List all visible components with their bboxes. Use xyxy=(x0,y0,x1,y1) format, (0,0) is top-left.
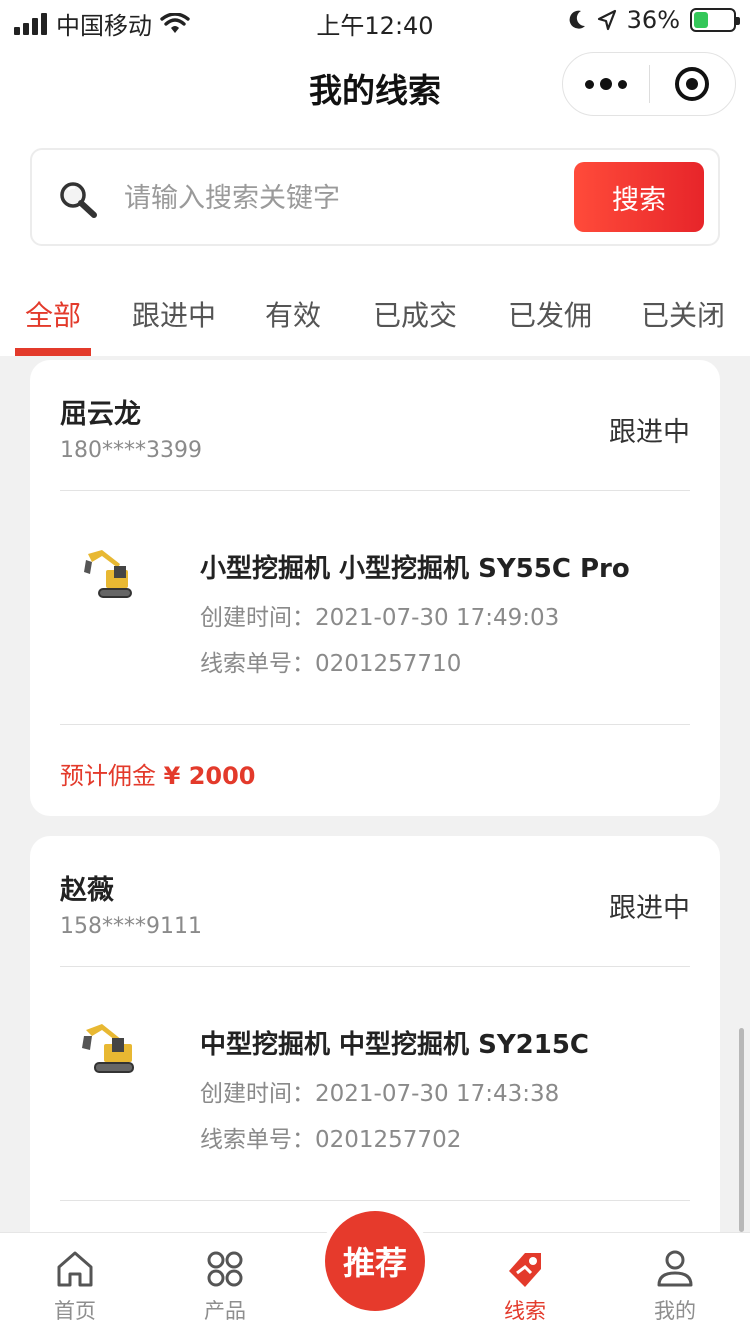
tab-closed[interactable]: 已关闭 xyxy=(641,294,725,334)
product-grid-icon xyxy=(207,1251,243,1287)
tab-closed-deal[interactable]: 已成交 xyxy=(373,294,457,334)
scrollbar[interactable] xyxy=(739,1028,744,1232)
tabbar-product[interactable]: 产品 xyxy=(165,1233,285,1334)
status-tabs: 全部 跟进中 有效 已成交 已发佣 已关闭 xyxy=(0,256,750,356)
more-dot-icon xyxy=(584,79,594,89)
recommend-button[interactable]: 推荐 xyxy=(325,1211,425,1311)
battery-percent: 36% xyxy=(626,6,680,34)
divider xyxy=(60,724,690,725)
status-bar: 中国移动 上午12:40 36% xyxy=(0,0,750,44)
commission-amount: ¥ 2000 xyxy=(163,762,256,790)
target-icon xyxy=(675,67,710,101)
tab-all[interactable]: 全部 xyxy=(25,294,81,334)
commission-label: 预计佣金 xyxy=(60,762,156,790)
created-label: 创建时间： xyxy=(200,1081,315,1107)
miniprogram-capsule xyxy=(562,52,736,116)
search-input[interactable] xyxy=(124,174,554,222)
order-label: 线索单号： xyxy=(200,1127,315,1153)
tabbar-label: 产品 xyxy=(204,1299,246,1323)
active-tab-indicator xyxy=(15,348,91,356)
more-menu-button[interactable] xyxy=(563,78,649,90)
tabbar-label: 线索 xyxy=(504,1299,546,1323)
tabbar-label: 我的 xyxy=(654,1299,696,1323)
tabbar-label: 首页 xyxy=(54,1299,96,1323)
tabbar-leads[interactable]: 线索 xyxy=(465,1233,585,1334)
lead-phone: 180****3399 xyxy=(60,438,202,463)
search-area: 搜索 xyxy=(0,130,750,256)
more-dot-icon xyxy=(599,78,612,90)
product-title: 小型挖掘机 小型挖掘机 SY55C Pro xyxy=(200,554,630,584)
product-title: 中型挖掘机 中型挖掘机 SY215C xyxy=(200,1030,590,1060)
lead-tag-icon xyxy=(509,1253,541,1287)
order-number: 线索单号：0201257710 xyxy=(200,644,461,678)
tabbar-home[interactable]: 首页 xyxy=(15,1233,135,1334)
more-dot-icon xyxy=(617,79,627,89)
location-arrow-icon xyxy=(597,9,616,31)
order-number: 线索单号：0201257702 xyxy=(200,1120,461,1154)
bottom-tabbar: 首页 产品 推荐 线索 我的 xyxy=(0,1211,750,1334)
home-icon xyxy=(57,1251,93,1287)
commission: 预计佣金 ¥ 2000 xyxy=(60,756,256,791)
excavator-image xyxy=(82,1024,134,1073)
lead-name: 屈云龙 xyxy=(60,399,141,430)
moon-icon xyxy=(569,10,585,29)
divider xyxy=(60,490,690,491)
created-time: 创建时间：2021-07-30 17:43:38 xyxy=(200,1074,559,1108)
tab-commission-paid[interactable]: 已发佣 xyxy=(508,294,592,334)
nav-bar: 我的线索 xyxy=(0,44,750,130)
search-icon xyxy=(60,182,97,218)
tab-valid[interactable]: 有效 xyxy=(265,294,321,334)
created-value: 2021-07-30 17:43:38 xyxy=(315,1081,560,1107)
tab-following[interactable]: 跟进中 xyxy=(132,294,216,334)
lead-status: 跟进中 xyxy=(609,893,690,924)
lead-card[interactable]: 屈云龙 180****3399 跟进中 小型挖掘机 小型挖掘机 SY55C Pr… xyxy=(30,360,720,816)
battery-icon xyxy=(690,8,740,32)
created-label: 创建时间： xyxy=(200,605,315,631)
created-time: 创建时间：2021-07-30 17:49:03 xyxy=(200,598,559,632)
search-box: 搜索 xyxy=(30,148,720,246)
user-icon xyxy=(657,1250,693,1287)
lead-phone: 158****9111 xyxy=(60,914,202,939)
search-button[interactable]: 搜索 xyxy=(574,162,704,232)
created-value: 2021-07-30 17:49:03 xyxy=(315,605,560,631)
order-value: 0201257710 xyxy=(315,651,462,677)
lead-status: 跟进中 xyxy=(609,417,690,448)
lead-name: 赵薇 xyxy=(60,875,114,906)
lead-card[interactable]: 赵薇 158****9111 跟进中 中型挖掘机 中型挖掘机 SY215C 创建… xyxy=(30,836,720,1256)
order-value: 0201257702 xyxy=(315,1127,462,1153)
order-label: 线索单号： xyxy=(200,651,315,677)
divider xyxy=(60,966,690,967)
tabbar-mine[interactable]: 我的 xyxy=(615,1233,735,1334)
close-miniprogram-button[interactable] xyxy=(650,67,736,101)
excavator-image xyxy=(84,550,132,598)
battery-level xyxy=(694,12,708,28)
divider xyxy=(60,1200,690,1201)
